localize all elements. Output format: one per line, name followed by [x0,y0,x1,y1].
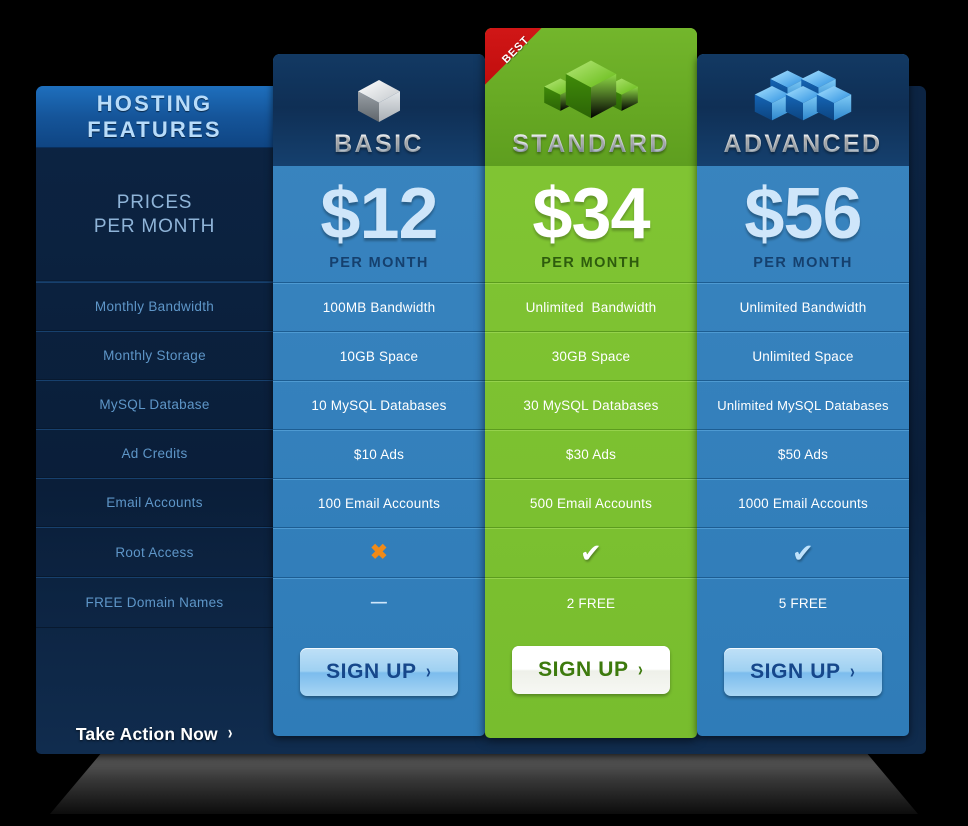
plan-column-advanced: ADVANCED $56 PER MONTH Unlimited Bandwid… [697,54,909,736]
best-ribbon: BEST [485,28,565,108]
chevron-right-icon: › [425,660,431,683]
price-standard: $34 [532,174,650,254]
cell-advanced-root-access: ✔ [697,527,909,577]
prices-per-month-label: PRICES PER MONTH [36,148,273,282]
price-basic: $12 [320,174,438,254]
plan-name-advanced: ADVANCED [723,129,882,166]
cell-basic-bandwidth: 100MB Bandwidth [273,282,485,331]
signup-button-standard[interactable]: SIGN UP › [512,646,670,694]
plan-header-advanced: ADVANCED [697,54,909,166]
features-header: HOSTING FEATURES [36,86,273,148]
signup-button-advanced[interactable]: SIGN UP › [724,648,882,696]
cell-standard-mysql: 30 MySQL Databases [485,380,697,429]
feature-label-text: Ad Credits [121,446,188,461]
cell-advanced-free-domains: 5 FREE [697,577,909,628]
pricing-table: HOSTING FEATURES PRICES PER MONTH Monthl… [36,28,926,754]
feature-label-email-accounts: Email Accounts [36,478,273,527]
chevron-right-icon: › [227,723,233,744]
chevron-right-icon: › [637,658,643,681]
plan-column-basic: BASIC $12 PER MONTH 100MB Bandwidth 10GB… [273,54,485,736]
cell-standard-ads: $30 Ads [485,429,697,478]
feature-label-text: Email Accounts [106,495,203,510]
signup-label: SIGN UP [326,660,417,683]
plan-name-basic: BASIC [334,129,424,166]
feature-label-text: MySQL Database [99,397,210,412]
plan-name-standard: STANDARD [512,129,670,166]
feature-label-text: Monthly Bandwidth [94,299,215,314]
prices-label-line1: PRICES [116,191,193,213]
feature-label-monthly-bandwidth: Monthly Bandwidth [36,282,273,331]
plan-column-standard: BEST STANDARD $34 PER MONTH Unlimited Ba… [485,28,697,738]
feature-label-text: Root Access [115,544,194,560]
table-reflection-shadow [50,752,918,814]
cell-basic-storage: 10GB Space [273,331,485,380]
cell-standard-bandwidth: Unlimited Bandwidth [485,282,697,331]
features-column: HOSTING FEATURES PRICES PER MONTH Monthl… [36,86,273,754]
cell-basic-mysql: 10 MySQL Databases [273,380,485,429]
feature-label-text: Monthly Storage [103,348,206,363]
check-icon: ✔ [580,537,602,568]
feature-label-root-access: Root Access [36,527,273,577]
signup-label: SIGN UP [538,658,629,681]
feature-label-ad-credits: Ad Credits [36,429,273,478]
cell-basic-root-access: ✖ [273,527,485,577]
cross-icon: ✖ [370,541,388,564]
multi-cube-icon [749,67,857,129]
signup-wrap-standard: SIGN UP › [485,646,697,694]
features-header-line1: HOSTING [96,90,213,116]
feature-label-free-domain-names: FREE Domain Names [36,577,273,628]
check-icon: ✔ [792,537,814,568]
cell-advanced-bandwidth: Unlimited Bandwidth [697,282,909,331]
per-month-basic: PER MONTH [329,255,429,271]
signup-button-basic[interactable]: SIGN UP › [300,648,458,696]
signup-wrap-advanced: SIGN UP › [697,648,909,696]
features-header-line2: FEATURES [87,116,222,142]
signup-wrap-basic: SIGN UP › [273,648,485,696]
cell-basic-free-domains: — [273,577,485,628]
per-month-advanced: PER MONTH [753,255,853,271]
cell-standard-free-domains: 2 FREE [485,577,697,628]
dash-icon: — [370,594,388,611]
signup-label: SIGN UP [750,660,841,683]
price-advanced: $56 [744,174,862,254]
cell-standard-root-access: ✔ [485,527,697,577]
take-action-label: Take Action Now [75,723,218,744]
price-box-advanced: $56 PER MONTH [697,166,909,282]
single-cube-icon [351,67,407,129]
cell-advanced-ads: $50 Ads [697,429,909,478]
price-box-basic: $12 PER MONTH [273,166,485,282]
cell-standard-storage: 30GB Space [485,331,697,380]
feature-label-text: FREE Domain Names [85,595,224,610]
cell-advanced-email: 1000 Email Accounts [697,478,909,527]
prices-label-line2: PER MONTH [93,215,216,237]
cell-basic-email: 100 Email Accounts [273,478,485,527]
per-month-standard: PER MONTH [541,255,641,271]
price-box-standard: $34 PER MONTH [485,166,697,282]
feature-label-monthly-storage: Monthly Storage [36,331,273,380]
take-action-now[interactable]: Take Action Now › [36,714,273,754]
cell-advanced-mysql: Unlimited MySQL Databases [697,380,909,429]
cell-advanced-storage: Unlimited Space [697,331,909,380]
plan-header-basic: BASIC [273,54,485,166]
feature-label-mysql-database: MySQL Database [36,380,273,429]
cell-basic-ads: $10 Ads [273,429,485,478]
chevron-right-icon: › [849,660,855,683]
cell-standard-email: 500 Email Accounts [485,478,697,527]
pricing-table-page: HOSTING FEATURES PRICES PER MONTH Monthl… [0,0,968,826]
